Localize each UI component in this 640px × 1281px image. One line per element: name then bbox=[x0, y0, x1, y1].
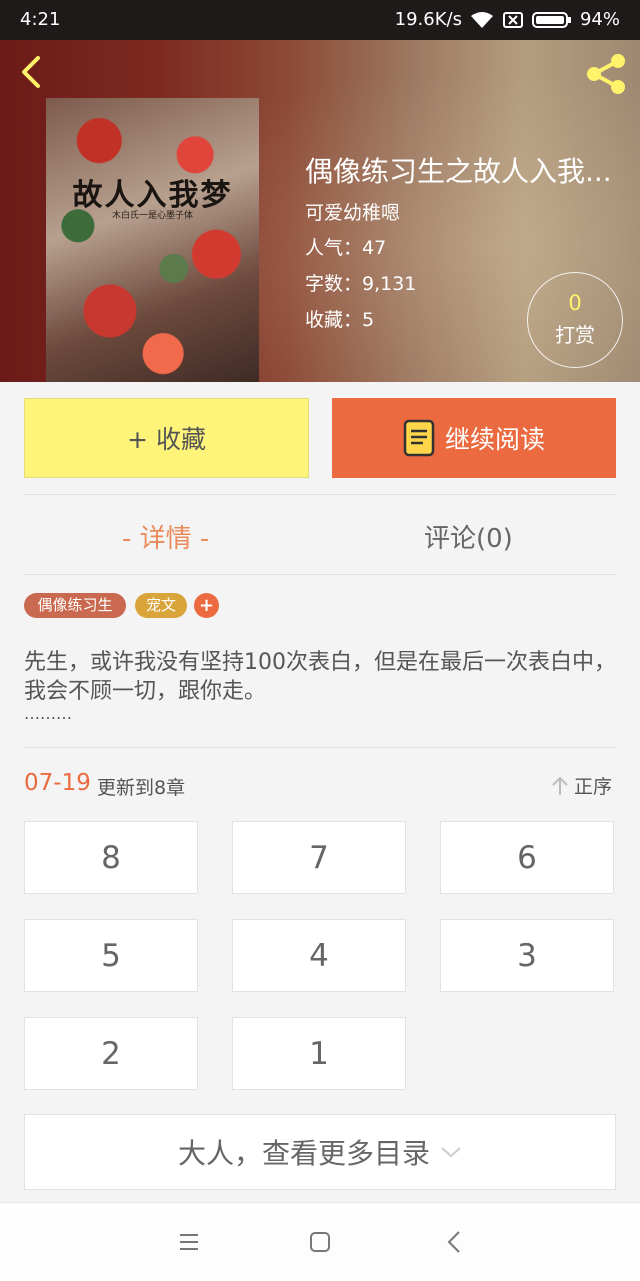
update-text: 更新到8章 bbox=[97, 777, 186, 799]
description-text: 先生，或许我没有坚持100次表白，但是在最后一次表白中，我会不顾一切，跟你走。 bbox=[24, 650, 616, 704]
battery-icon bbox=[531, 11, 571, 28]
divider bbox=[24, 494, 616, 495]
book-header: 故人入我梦 木白氏一是心墨子体 偶像练习生之故人入我... 可爱幼稚嗯 人气：4… bbox=[0, 40, 640, 382]
sort-order-button[interactable]: 正序 bbox=[550, 772, 612, 799]
arrow-up-icon bbox=[552, 776, 568, 795]
sort-order-label: 正序 bbox=[574, 776, 613, 798]
divider bbox=[24, 574, 616, 575]
status-right: 19.6K/s 94% bbox=[395, 9, 620, 30]
divider bbox=[24, 747, 616, 748]
book-popularity: 人气：47 bbox=[305, 237, 387, 259]
book-word-count: 字数：9,131 bbox=[305, 273, 417, 295]
more-catalog-label: 大人，查看更多目录 bbox=[177, 1137, 430, 1170]
chapter-item[interactable]: 6 bbox=[440, 821, 614, 894]
reward-button[interactable]: 0 打赏 bbox=[527, 272, 623, 368]
system-nav-bar bbox=[0, 1202, 640, 1281]
back-arrow-icon[interactable] bbox=[14, 54, 50, 90]
continue-reading-button[interactable]: 继续阅读 bbox=[332, 398, 616, 478]
book-favorites: 收藏：5 bbox=[305, 309, 375, 331]
chapter-item[interactable]: 1 bbox=[232, 1017, 406, 1090]
more-catalog-button[interactable]: 大人，查看更多目录 bbox=[24, 1114, 616, 1190]
chapter-item[interactable]: 4 bbox=[232, 919, 406, 992]
home-icon[interactable] bbox=[305, 1227, 335, 1257]
chapter-item[interactable]: 7 bbox=[232, 821, 406, 894]
book-cover[interactable]: 故人入我梦 木白氏一是心墨子体 bbox=[46, 98, 259, 382]
add-favorite-label: + 收藏 bbox=[127, 425, 206, 454]
chapter-item[interactable]: 3 bbox=[440, 919, 614, 992]
menu-icon[interactable] bbox=[174, 1227, 204, 1257]
add-tag-button[interactable]: + bbox=[194, 593, 219, 618]
wifi-icon bbox=[470, 11, 493, 28]
battery-level: 94% bbox=[579, 9, 620, 30]
description-ellipsis: ……… bbox=[24, 704, 72, 723]
tag-item[interactable]: 宠文 bbox=[135, 593, 187, 618]
book-icon bbox=[403, 419, 435, 457]
update-date: 07-19 bbox=[24, 770, 91, 796]
chapter-item[interactable]: 2 bbox=[24, 1017, 198, 1090]
continue-reading-label: 继续阅读 bbox=[444, 425, 545, 454]
tag-item[interactable]: 偶像练习生 bbox=[24, 593, 126, 618]
book-title: 偶像练习生之故人入我... bbox=[305, 155, 612, 188]
book-author[interactable]: 可爱幼稚嗯 bbox=[305, 198, 400, 225]
reward-count: 0 bbox=[568, 291, 582, 315]
book-description[interactable]: 先生，或许我没有坚持100次表白，但是在最后一次表白中，我会不顾一切，跟你走。 … bbox=[24, 648, 624, 722]
chapter-item[interactable]: 5 bbox=[24, 919, 198, 992]
chevron-down-icon bbox=[441, 1147, 461, 1158]
back-icon[interactable] bbox=[440, 1227, 470, 1257]
reward-label: 打赏 bbox=[555, 323, 595, 347]
chapter-item[interactable]: 8 bbox=[24, 821, 198, 894]
status-bar: 4:21 19.6K/s 94% bbox=[0, 0, 640, 40]
share-icon[interactable] bbox=[582, 50, 630, 98]
sim-off-icon bbox=[502, 11, 523, 28]
network-speed: 19.6K/s bbox=[394, 9, 462, 30]
tab-comments[interactable]: 评论(0) bbox=[424, 518, 513, 555]
status-time: 4:21 bbox=[20, 9, 61, 30]
add-favorite-button[interactable]: + 收藏 bbox=[24, 398, 309, 478]
cover-subtitle: 木白氏一是心墨子体 bbox=[111, 211, 193, 221]
tab-details[interactable]: - 详情 - bbox=[122, 518, 209, 555]
